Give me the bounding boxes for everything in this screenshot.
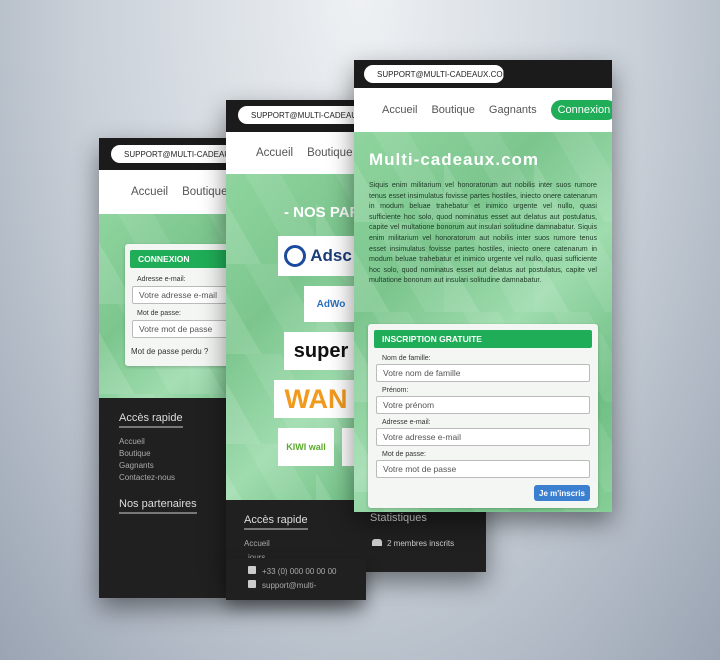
footer-email[interactable]: support@multi- bbox=[248, 580, 316, 592]
partners-footer-extra: +33 (0) 000 00 00 00 support@multi- bbox=[226, 558, 366, 600]
lastname-input[interactable]: Votre nom de famille bbox=[376, 364, 590, 382]
nav-home[interactable]: Accueil bbox=[131, 186, 168, 198]
nav-home[interactable]: Accueil bbox=[382, 104, 417, 116]
support-email-pill[interactable]: SUPPORT@MULTI-CADEAUX.COM bbox=[238, 106, 368, 124]
nav-shop[interactable]: Boutique bbox=[431, 104, 474, 116]
support-email: SUPPORT@MULTI-CADEAUX.COM bbox=[377, 69, 504, 79]
forgot-password-link[interactable]: Mot de passe perdu ? bbox=[131, 347, 208, 356]
support-email: SUPPORT@MULTI-CADEAUX.COM bbox=[124, 149, 241, 159]
footer-phone: +33 (0) 000 00 00 00 bbox=[248, 566, 337, 578]
main-nav: Accueil Boutique Gagnants Connexion bbox=[354, 88, 612, 132]
signup-email-input[interactable]: Votre adresse e-mail bbox=[376, 428, 590, 446]
footer-link-contact[interactable]: Contactez-nous bbox=[119, 472, 175, 484]
nav-shop[interactable]: Boutique bbox=[182, 186, 227, 198]
password-label: Mot de passe: bbox=[382, 451, 426, 458]
partners-heading: Nos partenaires bbox=[119, 498, 197, 514]
signup-mockup: SUPPORT@MULTI-CADEAUX.COM Accueil Boutiq… bbox=[354, 60, 612, 512]
intro-text: Siquis enim militarium vel honoratorum a… bbox=[369, 181, 597, 285]
partner-logo-adwork[interactable]: AdWo bbox=[304, 286, 358, 322]
firstname-input[interactable]: Votre prénom bbox=[376, 396, 590, 414]
signup-title: INSCRIPTION GRATUITE bbox=[374, 330, 592, 348]
stats-heading: Statistiques bbox=[370, 512, 427, 524]
site-title: Multi-cadeaux.com bbox=[369, 150, 540, 169]
signup-password-input[interactable]: Votre mot de passe bbox=[376, 460, 590, 478]
nav-shop[interactable]: Boutique bbox=[307, 147, 352, 159]
a-icon bbox=[284, 245, 307, 267]
stats-panel: Statistiques 2 membres inscrits bbox=[362, 508, 486, 556]
signup-card: INSCRIPTION GRATUITE Nom de famille: Vot… bbox=[368, 324, 598, 508]
quick-access-heading: Accès rapide bbox=[244, 514, 308, 530]
email-label: Adresse e-mail: bbox=[137, 276, 186, 283]
support-email: SUPPORT@MULTI-CADEAUX.COM bbox=[251, 110, 368, 120]
signup-hero: Multi-cadeaux.com Siquis enim militarium… bbox=[354, 132, 612, 512]
quick-access-heading: Accès rapide bbox=[119, 412, 183, 428]
email-label: Adresse e-mail: bbox=[382, 419, 431, 426]
partner-logo-kiwiwall[interactable]: KIWI wall bbox=[278, 428, 334, 466]
users-icon bbox=[372, 539, 382, 546]
partner-logo-super[interactable]: super bbox=[284, 332, 358, 370]
nav-winners[interactable]: Gagnants bbox=[489, 104, 537, 116]
nav-home[interactable]: Accueil bbox=[256, 147, 293, 159]
phone-icon bbox=[248, 566, 256, 574]
support-email-pill[interactable]: SUPPORT@MULTI-CADEAUX.COM bbox=[364, 65, 504, 83]
footer-link-shop[interactable]: Boutique bbox=[119, 448, 175, 460]
footer-link-home[interactable]: Accueil bbox=[119, 436, 175, 448]
footer-link-home[interactable]: Accueil bbox=[244, 538, 270, 550]
firstname-label: Prénom: bbox=[382, 387, 409, 394]
lastname-label: Nom de famille: bbox=[382, 355, 431, 362]
envelope-icon bbox=[248, 580, 256, 588]
partner-logo-adscend[interactable]: Adsc bbox=[278, 236, 358, 276]
support-email-pill[interactable]: SUPPORT@MULTI-CADEAUX.COM bbox=[111, 145, 241, 163]
partner-logo-wan[interactable]: WAN bbox=[274, 380, 358, 418]
stats-members: 2 membres inscrits bbox=[372, 538, 454, 550]
password-label: Mot de passe: bbox=[137, 310, 181, 317]
footer-link-winners[interactable]: Gagnants bbox=[119, 460, 175, 472]
signup-submit-button[interactable]: Je m'inscris bbox=[534, 485, 590, 501]
nav-login-button[interactable]: Connexion bbox=[550, 100, 612, 120]
partners-title: - NOS PAR bbox=[284, 204, 361, 221]
